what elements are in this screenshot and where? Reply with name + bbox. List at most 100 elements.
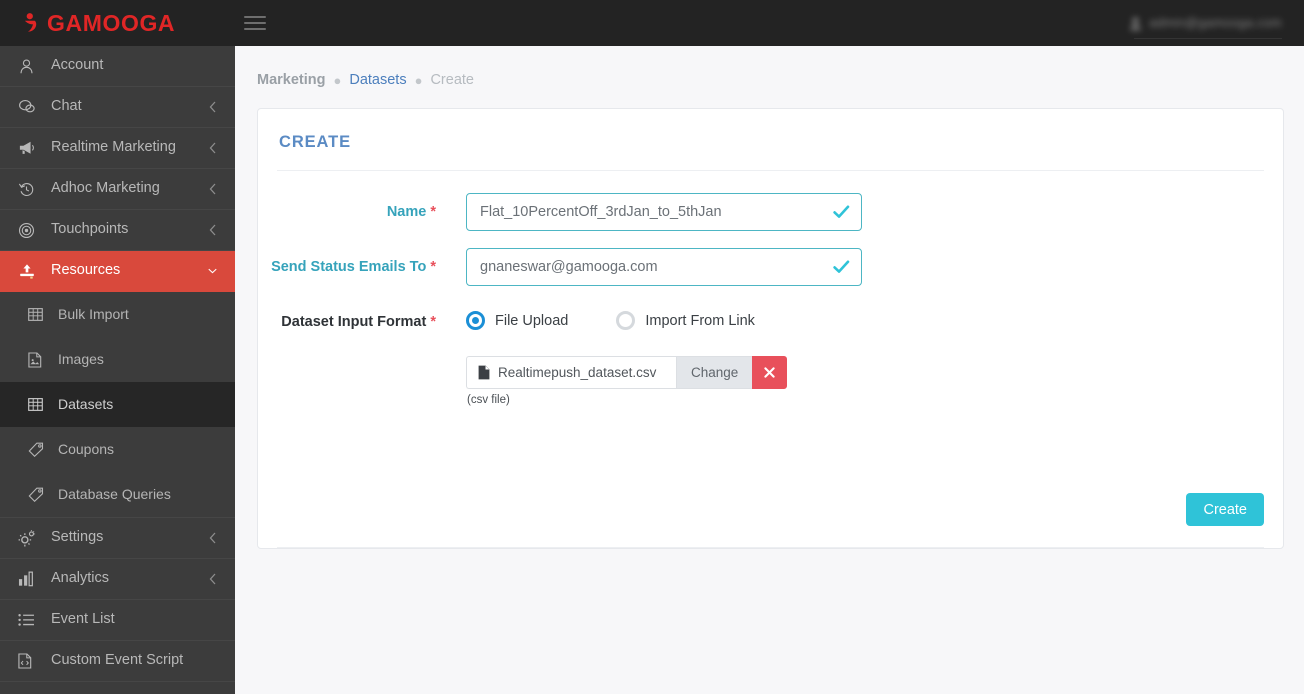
radio-selected-icon: [466, 311, 485, 330]
emails-input[interactable]: [466, 248, 862, 286]
top-bar: GAMOOGA admin@gamooga.com: [0, 0, 1304, 46]
user-email-label: admin@gamooga.com: [1149, 16, 1282, 30]
sidebar-nav: Account Chat Realtime Marketing Adhoc Ma…: [0, 46, 235, 694]
user-menu[interactable]: admin@gamooga.com: [1129, 16, 1282, 31]
sidebar-item-coupons[interactable]: Coupons: [0, 427, 235, 472]
sidebar-item-analytics[interactable]: Analytics: [0, 559, 235, 600]
sidebar-item-resources[interactable]: Resources: [0, 251, 235, 292]
list-icon: [18, 611, 40, 629]
remove-file-button[interactable]: [752, 356, 788, 389]
gears-icon: [18, 529, 40, 547]
brand-name: GAMOOGA: [47, 9, 176, 36]
sidebar-item-label: Adhoc Marketing: [51, 180, 160, 197]
hamburger-menu-icon[interactable]: [244, 16, 266, 30]
tag-icon: [28, 486, 48, 504]
sidebar-item-settings[interactable]: Settings: [0, 518, 235, 559]
sidebar-item-account[interactable]: Account: [0, 46, 235, 87]
chevron-left-icon: [208, 572, 217, 586]
sidebar-item-realtime-marketing[interactable]: Realtime Marketing: [0, 128, 235, 169]
brand-logo[interactable]: GAMOOGA: [0, 0, 235, 46]
required-asterisk: *: [430, 204, 436, 220]
sidebar-item-touchpoints[interactable]: Touchpoints: [0, 210, 235, 251]
megaphone-icon: [18, 139, 40, 157]
sidebar-item-custom-event-script[interactable]: Custom Event Script: [0, 641, 235, 682]
sidebar-item-label: Analytics: [51, 570, 110, 587]
form-row-emails: Send Status Emails To *: [258, 248, 1283, 286]
emails-label: Send Status Emails To *: [258, 248, 466, 286]
emails-field-wrap: [466, 248, 862, 286]
image-file-icon: [28, 351, 48, 369]
user-avatar-icon: [1130, 17, 1141, 30]
topbar-underline: [1134, 38, 1282, 39]
radio-import-from-link[interactable]: Import From Link: [616, 311, 755, 330]
sidebar-subnav-resources: Bulk Import Images Datasets Coupons Data…: [0, 292, 235, 518]
sidebar-item-label: Touchpoints: [51, 221, 129, 238]
breadcrumb: Marketing ● Datasets ● Create: [235, 46, 1304, 88]
chevron-left-icon: [208, 141, 217, 155]
check-icon: [833, 205, 850, 218]
input-format-label: Dataset Input Format *: [258, 303, 466, 406]
sidebar-item-label: Account: [51, 57, 104, 74]
tag-icon: [28, 441, 48, 459]
sidebar-item-bulk-import[interactable]: Bulk Import: [0, 292, 235, 337]
form-row-input-format: Dataset Input Format * File Upload Impor…: [258, 303, 1283, 406]
create-dataset-form: Name * Send Status Emails To *: [258, 171, 1283, 406]
hamburger-line: [244, 22, 266, 24]
required-asterisk: *: [430, 259, 436, 275]
create-dataset-card: CREATE Name * Send Status Email: [257, 108, 1284, 549]
radio-import-from-link-label: Import From Link: [645, 312, 755, 329]
topbar-user-area[interactable]: admin@gamooga.com: [1129, 0, 1304, 46]
file-type-note: (csv file): [467, 394, 510, 406]
sidebar-item-label: Chat: [51, 98, 82, 115]
sidebar-item-label: Custom Event Script: [51, 652, 184, 669]
page-title: CREATE: [279, 133, 352, 151]
sidebar-item-chat[interactable]: Chat: [0, 87, 235, 128]
required-asterisk: *: [430, 314, 436, 330]
input-format-label-text: Dataset Input Format: [281, 314, 427, 330]
upload-icon: [18, 262, 40, 280]
chevron-left-icon: [208, 100, 217, 114]
sidebar-item-label: Datasets: [58, 396, 114, 412]
radio-unselected-icon: [616, 311, 636, 330]
hamburger-line: [244, 28, 266, 30]
sidebar-item-label: Bulk Import: [58, 306, 129, 322]
radio-file-upload[interactable]: File Upload: [466, 311, 568, 330]
chevron-down-icon: [208, 264, 217, 278]
name-label-text: Name: [386, 204, 427, 220]
change-file-button[interactable]: Change: [676, 356, 753, 389]
breadcrumb-current: Create: [430, 72, 474, 88]
card-footer: Create: [258, 493, 1283, 548]
hamburger-line: [244, 16, 266, 18]
sidebar-item-event-list[interactable]: Event List: [0, 600, 235, 641]
radio-file-upload-label: File Upload: [495, 312, 569, 329]
input-format-controls: File Upload Import From Link Realtimepus…: [466, 303, 788, 406]
name-label: Name *: [258, 193, 466, 231]
sidebar-item-label: Settings: [51, 529, 104, 546]
table-grid-icon: [28, 396, 48, 414]
target-icon: [18, 221, 40, 239]
sidebar-item-database-queries[interactable]: Database Queries: [0, 472, 235, 517]
file-icon: [478, 365, 490, 380]
sidebar-item-label: Coupons: [58, 441, 115, 457]
breadcrumb-root[interactable]: Marketing: [257, 72, 326, 88]
sidebar-item-label: Event List: [51, 611, 115, 628]
name-input[interactable]: [466, 193, 862, 231]
sidebar-item-adhoc-marketing[interactable]: Adhoc Marketing: [0, 169, 235, 210]
form-row-name: Name *: [258, 193, 1283, 231]
close-x-icon: [764, 367, 775, 378]
check-icon: [833, 260, 850, 273]
sidebar-item-images[interactable]: Images: [0, 337, 235, 382]
emails-label-text: Send Status Emails To: [271, 259, 427, 275]
file-upload-widget: Realtimepush_dataset.csv Change: [466, 356, 788, 389]
bar-chart-icon: [18, 570, 40, 588]
table-grid-icon: [28, 306, 48, 324]
create-button[interactable]: Create: [1186, 493, 1264, 526]
input-format-radio-group: File Upload Import From Link: [466, 303, 787, 330]
sidebar-item-label: Resources: [51, 262, 121, 279]
footer-divider: [277, 547, 1264, 548]
breadcrumb-separator: ●: [333, 72, 342, 88]
chat-bubbles-icon: [18, 98, 40, 116]
sidebar-item-datasets[interactable]: Datasets: [0, 382, 235, 427]
chevron-left-icon: [208, 182, 217, 196]
breadcrumb-datasets[interactable]: Datasets: [349, 72, 406, 88]
